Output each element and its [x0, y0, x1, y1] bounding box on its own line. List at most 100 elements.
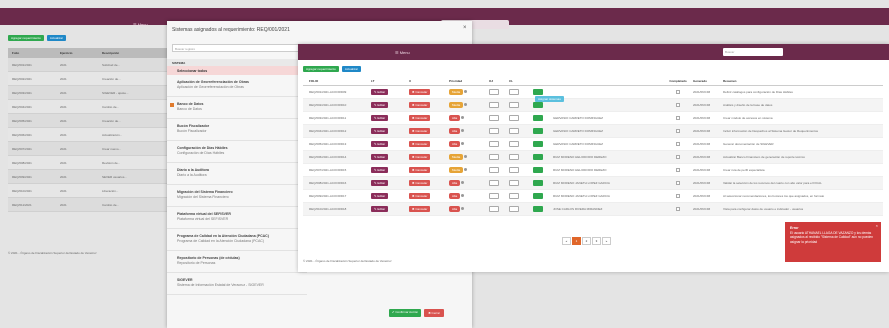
eye-icon[interactable] — [489, 179, 499, 186]
eye-icon[interactable] — [489, 114, 499, 121]
users-icon[interactable] — [533, 179, 543, 186]
system-list-item[interactable]: Configuración de Días Hábiles Configuraci… — [167, 141, 307, 163]
back-add-button[interactable]: Agregar requerimiento — [8, 35, 44, 41]
front-search-input[interactable]: Buscar — [723, 48, 783, 56]
list-icon[interactable] — [509, 127, 519, 134]
list-icon[interactable] — [509, 88, 519, 95]
toast-close-icon[interactable]: × — [876, 223, 878, 229]
users-icon[interactable] — [533, 140, 543, 147]
edit-button[interactable]: ✎ Editar — [371, 180, 389, 186]
completed-checkbox[interactable] — [676, 141, 680, 146]
completed-checkbox[interactable] — [676, 193, 680, 198]
list-icon[interactable] — [509, 101, 519, 108]
system-list-item[interactable]: Plataforma virtual del SEFISVER Plataform… — [167, 207, 307, 229]
confirm-button[interactable]: ✔ Confirmar Acción — [389, 309, 422, 317]
list-icon[interactable] — [509, 140, 519, 147]
users-icon[interactable] — [533, 101, 543, 108]
cancel-requirement-button[interactable]: ✖ Cancelar — [409, 180, 431, 186]
users-icon[interactable] — [533, 88, 543, 95]
back-table-row[interactable]: REQ/011/2021 2021 Cambio de... — [8, 198, 168, 212]
edit-button[interactable]: ✎ Editar — [371, 193, 389, 199]
back-table-row[interactable]: REQ/006/2021 2021 Actualización... — [8, 128, 168, 142]
eye-icon[interactable] — [489, 153, 499, 160]
page-button[interactable]: 1 — [572, 237, 581, 245]
system-list-item[interactable]: SIGEVER Sistema de Información Estatal de… — [167, 273, 307, 295]
page-button[interactable]: » — [602, 237, 611, 245]
edit-button[interactable]: ✎ Editar — [371, 115, 389, 121]
completed-checkbox[interactable] — [676, 206, 680, 211]
page-button[interactable]: 3 — [592, 237, 601, 245]
edit-button[interactable]: ✎ Editar — [371, 89, 389, 95]
users-icon[interactable] — [533, 166, 543, 173]
completed-checkbox[interactable] — [676, 128, 680, 133]
cancel-requirement-button[interactable]: ✖ Cancelar — [409, 102, 431, 108]
users-icon[interactable] — [533, 127, 543, 134]
page-button[interactable]: 2 — [582, 237, 591, 245]
list-icon[interactable] — [509, 205, 519, 212]
completed-checkbox[interactable] — [676, 180, 680, 185]
eye-icon[interactable] — [489, 140, 499, 147]
page-button[interactable]: « — [562, 237, 571, 245]
list-icon[interactable] — [509, 153, 519, 160]
close-icon[interactable]: × — [463, 25, 467, 31]
system-list-item[interactable]: Diario a la Auditora Diario a la Auditora — [167, 163, 307, 185]
completed-checkbox[interactable] — [676, 167, 680, 172]
system-list-item[interactable]: Programa de Calidad en la Atención Ciuda… — [167, 229, 307, 251]
back-table-row[interactable]: REQ/003/2021 2021 SIGEVER - ajuste... — [8, 86, 168, 100]
users-icon[interactable] — [533, 153, 543, 160]
system-list-item[interactable]: Bucón Fiscalizador Bucón Fiscalizador — [167, 119, 307, 141]
cancel-requirement-button[interactable]: ✖ Cancelar — [409, 128, 431, 134]
back-table-row[interactable]: REQ/001/2021 2021 Solicitud de... — [8, 58, 168, 72]
view-cell — [489, 205, 509, 213]
system-list-item[interactable]: Migración del Sistema Financiero Migració… — [167, 185, 307, 207]
system-list-item[interactable]: Banco de Datos Banco de Datos — [167, 97, 307, 119]
eye-icon[interactable] — [489, 205, 499, 212]
add-requirement-button[interactable]: Agregar requerimiento — [303, 66, 339, 72]
users-icon[interactable] — [533, 114, 543, 121]
system-list-item[interactable]: Repositorio de Personas (de cédulas) Repo… — [167, 251, 307, 273]
front-menu-button[interactable]: ☰ Menu — [395, 50, 410, 55]
completed-checkbox[interactable] — [676, 89, 680, 94]
back-table-row[interactable]: REQ/009/2021 2021 SEVER usuarios... — [8, 170, 168, 184]
list-icon[interactable] — [509, 114, 519, 121]
users-icon[interactable] — [533, 192, 543, 199]
eye-icon[interactable] — [489, 88, 499, 95]
eye-icon[interactable] — [489, 127, 499, 134]
users-icon[interactable] — [533, 205, 543, 212]
cancel-requirement-button[interactable]: ✖ Cancelar — [409, 154, 431, 160]
refresh-button[interactable]: Actualizar — [341, 66, 362, 72]
back-table-row[interactable]: REQ/002/2021 2021 Creación de... — [8, 72, 168, 86]
cancel-requirement-button[interactable]: ✖ Cancelar — [409, 206, 431, 212]
edit-button[interactable]: ✎ Editar — [371, 167, 389, 173]
cancel-button[interactable]: ✖ Cerrar — [424, 309, 445, 317]
back-table-row[interactable]: REQ/005/2021 2021 Creación de... — [8, 114, 168, 128]
eye-icon[interactable] — [489, 166, 499, 173]
edit-button[interactable]: ✎ Editar — [371, 141, 389, 147]
list-icon[interactable] — [509, 192, 519, 199]
eye-icon[interactable] — [489, 192, 499, 199]
list-icon[interactable] — [509, 179, 519, 186]
back-refresh-button[interactable]: Actualizar — [46, 35, 67, 41]
cancel-requirement-button[interactable]: ✖ Cancelar — [409, 141, 431, 147]
back-table-row[interactable]: REQ/004/2021 2021 Cambio de... — [8, 100, 168, 114]
back-table-row[interactable]: REQ/010/2021 2021 Liberación... — [8, 184, 168, 198]
completed-checkbox[interactable] — [676, 102, 680, 107]
back-table-row[interactable]: REQ/007/2021 2021 Crear nuevo... — [8, 142, 168, 156]
edit-button[interactable]: ✎ Editar — [371, 128, 389, 134]
completed-checkbox[interactable] — [676, 154, 680, 159]
cancel-requirement-button[interactable]: ✖ Cancelar — [409, 89, 431, 95]
back-menu-button[interactable]: ☰ Menu — [133, 22, 148, 27]
cancel-requirement-button[interactable]: ✖ Cancelar — [409, 167, 431, 173]
edit-button[interactable]: ✎ Editar — [371, 154, 389, 160]
list-icon[interactable] — [509, 166, 519, 173]
cancel-requirement-button[interactable]: ✖ Cancelar — [409, 193, 431, 199]
eye-icon[interactable] — [489, 101, 499, 108]
back-header-cell: Folio — [12, 51, 20, 55]
select-all-option[interactable]: Seleccionar todos — [167, 66, 307, 75]
back-table-row[interactable]: REQ/008/2021 2021 Revisión de... — [8, 156, 168, 170]
completed-checkbox[interactable] — [676, 115, 680, 120]
edit-button[interactable]: ✎ Editar — [371, 206, 389, 212]
edit-button[interactable]: ✎ Editar — [371, 102, 389, 108]
cancel-requirement-button[interactable]: ✖ Cancelar — [409, 115, 431, 121]
system-list-item[interactable]: Aplicación de Georreferenciación de Obra… — [167, 75, 307, 97]
